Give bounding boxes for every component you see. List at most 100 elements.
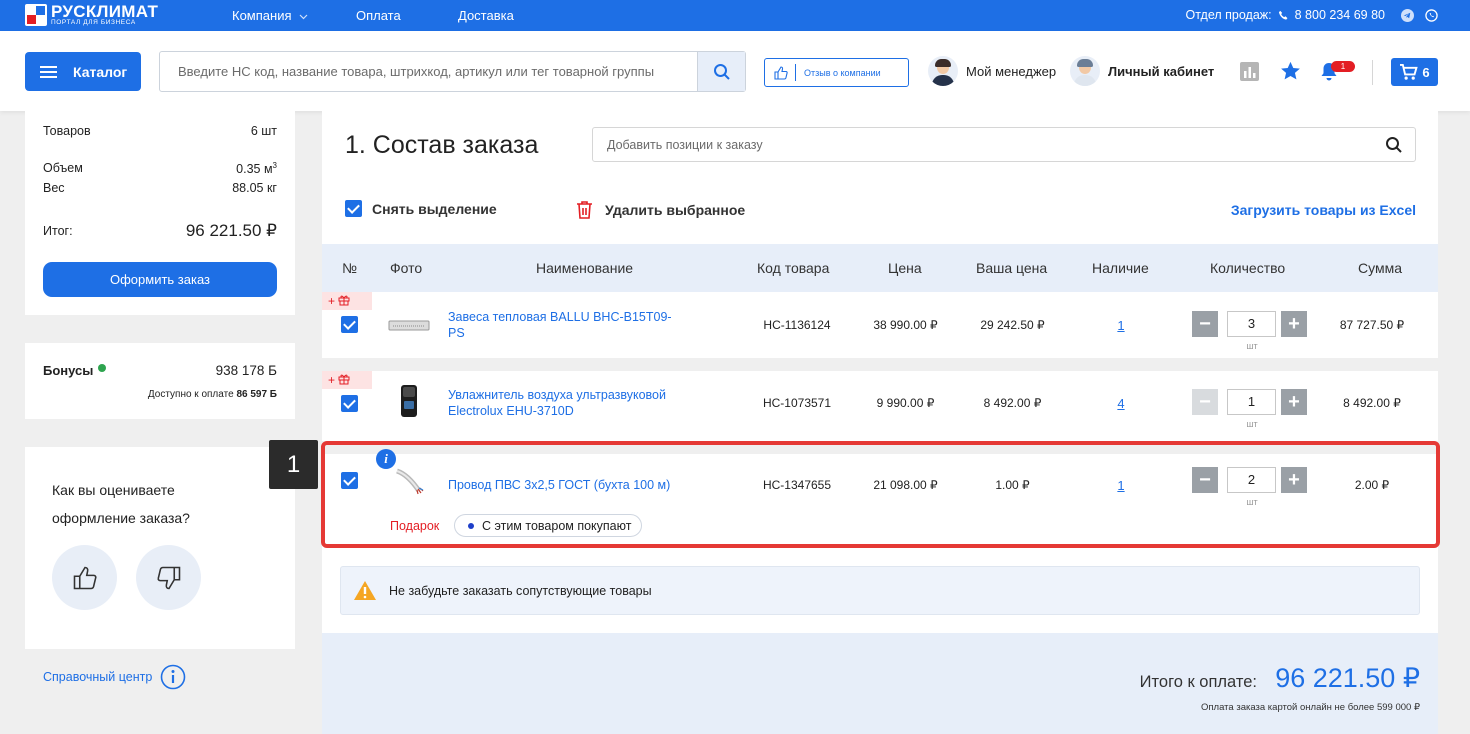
review-label: Отзыв о компании	[804, 67, 881, 78]
col-quantity: Количество	[1210, 260, 1286, 276]
product-your-price: 29 242.50 ₽	[980, 318, 1045, 332]
nav-company[interactable]: Компания	[232, 8, 308, 23]
heat-curtain-image	[388, 320, 430, 331]
summary-weight: Вес 88.05 кг	[43, 181, 277, 195]
quantity-unit: шт	[1246, 341, 1258, 351]
rate-dislike-button[interactable]	[136, 545, 201, 610]
my-manager[interactable]: Мой менеджер	[928, 56, 1056, 86]
place-order-button[interactable]: Оформить заказ	[43, 262, 277, 297]
nav-payment[interactable]: Оплата	[356, 8, 401, 23]
search-box	[159, 51, 746, 92]
quantity-input[interactable]: 3	[1227, 311, 1276, 337]
row-checkbox[interactable]	[341, 395, 358, 412]
cart-icon	[1400, 63, 1419, 80]
quantity-unit: шт	[1246, 419, 1258, 429]
summary-goods-label: Товаров	[43, 124, 91, 138]
nav-delivery[interactable]: Доставка	[458, 8, 514, 23]
product-photo[interactable]	[384, 381, 434, 421]
summary-weight-value: 88.05 кг	[232, 181, 277, 195]
product-name-link[interactable]: Увлажнитель воздуха ультразвуковой Elect…	[448, 387, 688, 419]
header: Каталог Отзыв о компании Мой менеджер Ли…	[0, 31, 1470, 111]
increase-button[interactable]: +	[1281, 389, 1307, 415]
review-button[interactable]: Отзыв о компании	[764, 58, 909, 87]
product-code: НС-1073571	[762, 396, 832, 410]
personal-cabinet[interactable]: Личный кабинет	[1070, 56, 1214, 86]
bonus-coin-icon	[98, 363, 107, 372]
related-goods-warning: Не забудьте заказать сопутствующие товар…	[340, 566, 1420, 615]
summary-volume-value: 0.35 м	[236, 162, 273, 177]
table-row: + Завеса тепловая BALLU BHC-B15T09-PS НС…	[322, 292, 1438, 358]
col-your-price: Ваша цена	[976, 260, 1048, 276]
availability-link[interactable]: 1	[1111, 318, 1131, 333]
whatsapp-icon[interactable]	[1425, 8, 1438, 22]
bonus-label: Бонусы	[43, 363, 94, 378]
info-circle-icon	[160, 664, 186, 690]
logo-name: РУСКЛИМАТ	[51, 2, 159, 21]
trash-icon	[577, 201, 592, 219]
bonus-available-value: 86 597 Б	[236, 389, 277, 400]
increase-button[interactable]: +	[1281, 311, 1307, 337]
compare-chart-icon[interactable]	[1240, 62, 1259, 81]
logo[interactable]: РУСКЛИМАТ ПОРТАЛ ДЛЯ БИЗНЕСА	[25, 3, 158, 27]
search-icon[interactable]	[1385, 136, 1403, 154]
cart-button[interactable]: 6	[1391, 58, 1438, 86]
total-label: Итого к оплате:	[1139, 673, 1257, 691]
product-price: 38 990.00 ₽	[873, 318, 938, 332]
search-input[interactable]	[160, 52, 698, 91]
favorites-star-icon[interactable]	[1280, 61, 1301, 81]
add-items-box	[592, 127, 1416, 162]
delete-selected-button[interactable]: Удалить выбранное	[576, 200, 745, 219]
highlight-frame	[321, 441, 1440, 548]
review-divider	[795, 64, 796, 81]
menu-icon	[40, 65, 57, 78]
search-button[interactable]	[697, 52, 745, 91]
product-price: 9 990.00 ₽	[876, 396, 935, 410]
row-checkbox[interactable]	[341, 316, 358, 333]
rate-like-button[interactable]	[52, 545, 117, 610]
decrease-button[interactable]: −	[1192, 311, 1218, 337]
summary-volume: Объем 0.35 м3	[43, 161, 277, 176]
manager-avatar	[928, 56, 958, 86]
product-photo[interactable]	[384, 305, 434, 345]
total-band: Итого к оплате: 96 221.50 ₽ Оплата заказ…	[322, 633, 1438, 734]
info-icon[interactable]: i	[376, 449, 396, 469]
warning-text: Не забудьте заказать сопутствующие товар…	[389, 583, 652, 598]
sales-phone[interactable]: 8 800 234 69 80	[1295, 8, 1385, 22]
availability-link[interactable]: 4	[1111, 396, 1131, 411]
humidifier-image	[401, 385, 417, 417]
feedback-card: Как вы оцениваете оформление заказа?	[25, 447, 295, 649]
search-icon	[713, 63, 730, 80]
decrease-button[interactable]: −	[1192, 389, 1218, 415]
sales-label: Отдел продаж:	[1185, 8, 1272, 22]
gift-icon	[338, 374, 350, 385]
row-divider	[322, 358, 1438, 371]
deselect-label: Снять выделение	[372, 200, 497, 217]
warning-icon	[354, 581, 376, 600]
manager-label: Мой менеджер	[966, 63, 1057, 79]
chevron-down-icon	[299, 14, 308, 20]
col-price: Цена	[888, 260, 922, 276]
upload-excel-link[interactable]: Загрузить товары из Excel	[1231, 202, 1416, 218]
bonus-value: 938 178 Б	[215, 363, 277, 378]
col-sum: Сумма	[1358, 260, 1402, 276]
summary-total-value: 96 221.50 ₽	[185, 221, 277, 240]
telegram-icon[interactable]	[1401, 8, 1414, 22]
select-all-checkbox[interactable]	[345, 200, 362, 217]
help-center-link[interactable]: Справочный центр	[43, 664, 186, 690]
gift-tag: +	[322, 292, 372, 310]
catalog-label: Каталог	[73, 63, 128, 80]
bonus-card: Бонусы 938 178 Б Доступно к оплате 86 59…	[25, 343, 295, 419]
sales-contacts: Отдел продаж: 8 800 234 69 80	[1186, 8, 1438, 22]
summary-total: Итог: 96 221.50 ₽	[43, 221, 277, 241]
deselect-all-button[interactable]: Снять выделение	[345, 200, 497, 217]
quantity-stepper: − 1 + шт	[1192, 389, 1317, 429]
summary-total-label: Итог:	[43, 224, 73, 238]
user-avatar	[1070, 56, 1100, 86]
add-items-input[interactable]	[593, 128, 1363, 161]
product-your-price: 8 492.00 ₽	[983, 396, 1042, 410]
quantity-input[interactable]: 1	[1227, 389, 1276, 415]
summary-volume-value-wrap: 0.35 м3	[236, 161, 277, 176]
catalog-button[interactable]: Каталог	[25, 52, 141, 91]
summary-goods: Товаров 6 шт	[43, 124, 277, 138]
product-name-link[interactable]: Завеса тепловая BALLU BHC-B15T09-PS	[448, 309, 688, 341]
